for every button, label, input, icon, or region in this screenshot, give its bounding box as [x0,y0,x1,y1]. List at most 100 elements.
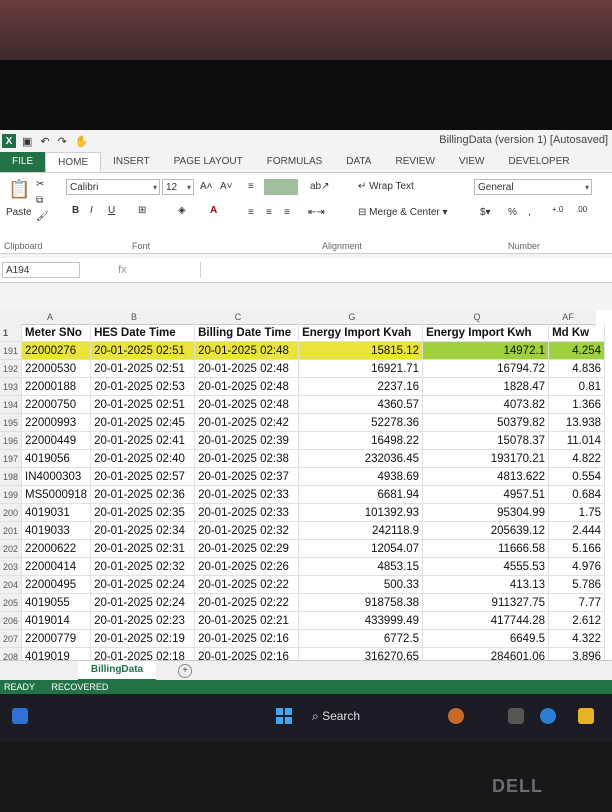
cell[interactable]: 417744.28 [422,611,550,630]
touch-mode-icon[interactable]: ✋ [75,135,89,148]
fill-color-icon[interactable]: ◈ [178,205,186,216]
paste-icon[interactable]: 📋 [8,179,30,200]
cell[interactable]: 20-01-2025 02:18 [90,647,196,660]
worksheet-grid[interactable]: A B C G Q AF 1 Meter SNo HES Date Time Bill… [0,310,612,660]
cell[interactable]: 14972.1 [422,341,550,360]
header-cell[interactable]: Md Kw [548,324,606,342]
cell[interactable]: 242118.9 [298,521,424,540]
cell[interactable]: 16921.71 [298,359,424,378]
cut-icon[interactable]: ✂ [36,179,44,190]
cell[interactable]: 0.684 [548,485,606,504]
cell[interactable]: 22000779 [21,629,92,648]
cell[interactable]: 15815.12 [298,341,424,360]
cell[interactable]: 95304.99 [422,503,550,522]
row-number[interactable]: 197 [0,449,23,468]
cell[interactable]: 4019056 [21,449,92,468]
row-number[interactable]: 206 [0,611,23,630]
cell[interactable]: 20-01-2025 02:51 [90,341,196,360]
row-number[interactable]: 208 [0,647,23,660]
cell[interactable]: 5.166 [548,539,606,558]
bold-icon[interactable]: B [72,205,79,216]
cell[interactable]: 4019033 [21,521,92,540]
cell[interactable]: 20-01-2025 02:29 [194,539,300,558]
cell[interactable]: 500.33 [298,575,424,594]
cell[interactable]: 4.836 [548,359,606,378]
cell[interactable]: 193170.21 [422,449,550,468]
cell[interactable]: 4813.622 [422,467,550,486]
cell[interactable]: 22000750 [21,395,92,414]
number-format-select[interactable]: General ▾ [474,179,592,195]
save-icon[interactable]: ▣ [22,135,32,148]
cell[interactable]: 20-01-2025 02:45 [90,413,196,432]
merge-center-button[interactable]: ⊟ Merge & Center ▾ [358,207,448,218]
cell[interactable]: 11666.58 [422,539,550,558]
font-size-select[interactable]: 12 ▾ [162,179,194,195]
cell[interactable]: 20-01-2025 02:26 [194,557,300,576]
tab-review[interactable]: REVIEW [383,152,446,172]
cell[interactable]: 20-01-2025 02:33 [194,503,300,522]
borders-icon[interactable]: ⊞ [138,205,146,216]
cell[interactable]: 6772.5 [298,629,424,648]
cell[interactable]: 6681.94 [298,485,424,504]
cell[interactable]: 20-01-2025 02:51 [90,395,196,414]
cell[interactable]: 0.554 [548,467,606,486]
cell[interactable]: 22000495 [21,575,92,594]
column-header[interactable]: AF [540,310,596,325]
cell[interactable]: 2.612 [548,611,606,630]
cell[interactable]: 20-01-2025 02:31 [90,539,196,558]
cell[interactable]: 232036.45 [298,449,424,468]
row-number[interactable]: 195 [0,413,23,432]
cell[interactable]: 4019055 [21,593,92,612]
cell[interactable]: 22000414 [21,557,92,576]
format-painter-icon[interactable]: 🖌 [36,211,49,222]
redo-icon[interactable]: ↷ [58,135,67,148]
cell[interactable]: 1828.47 [422,377,550,396]
file-explorer-icon[interactable] [578,708,594,724]
shrink-font-icon[interactable]: A˅ [220,181,233,192]
tab-page-layout[interactable]: PAGE LAYOUT [162,152,255,172]
insert-function-button[interactable]: fx [118,264,127,276]
cell[interactable]: 22000188 [21,377,92,396]
cell[interactable]: 3.896 [548,647,606,660]
tab-formulas[interactable]: FORMULAS [255,152,335,172]
column-header[interactable]: B [82,310,186,325]
cell[interactable]: 20-01-2025 02:23 [90,611,196,630]
tab-view[interactable]: VIEW [447,152,497,172]
start-icon[interactable] [276,708,292,724]
cell[interactable]: 22000449 [21,431,92,450]
cell[interactable]: 4360.57 [298,395,424,414]
cell[interactable]: 4957.51 [422,485,550,504]
copy-icon[interactable]: ⧉ [36,195,43,206]
cell[interactable]: 20-01-2025 02:22 [194,575,300,594]
tab-data[interactable]: DATA [334,152,383,172]
cell[interactable]: 4.254 [548,341,606,360]
decrease-decimal-icon[interactable]: .00 [576,205,587,214]
italic-icon[interactable]: I [90,205,93,216]
header-cell[interactable]: Energy Import Kvah [298,324,424,342]
increase-decimal-icon[interactable]: +.0 [552,205,563,214]
cell[interactable]: 4.822 [548,449,606,468]
row-number[interactable]: 194 [0,395,23,414]
row-number[interactable]: 191 [0,341,23,360]
column-header[interactable]: A [18,310,82,325]
cell[interactable]: 101392.93 [298,503,424,522]
cell[interactable]: 20-01-2025 02:33 [194,485,300,504]
cell[interactable]: 911327.75 [422,593,550,612]
undo-icon[interactable]: ↶ [40,135,49,148]
tab-file[interactable]: FILE [0,152,46,172]
cell[interactable]: 433999.49 [298,611,424,630]
cell[interactable]: 4019014 [21,611,92,630]
cell[interactable]: 22000993 [21,413,92,432]
cell[interactable]: 13.938 [548,413,606,432]
add-sheet-icon[interactable]: + [178,664,192,678]
cell[interactable]: 20-01-2025 02:35 [90,503,196,522]
row-number[interactable]: 207 [0,629,23,648]
font-name-select[interactable]: Calibri ▾ [66,179,160,195]
align-middle-icon[interactable] [264,179,298,195]
row-number[interactable]: 1 [0,324,23,342]
tab-developer[interactable]: DEVELOPER [496,152,581,172]
tab-insert[interactable]: INSERT [101,152,162,172]
cell[interactable]: 20-01-2025 02:48 [194,395,300,414]
underline-icon[interactable]: U [108,205,115,216]
widgets-icon[interactable] [12,708,28,724]
